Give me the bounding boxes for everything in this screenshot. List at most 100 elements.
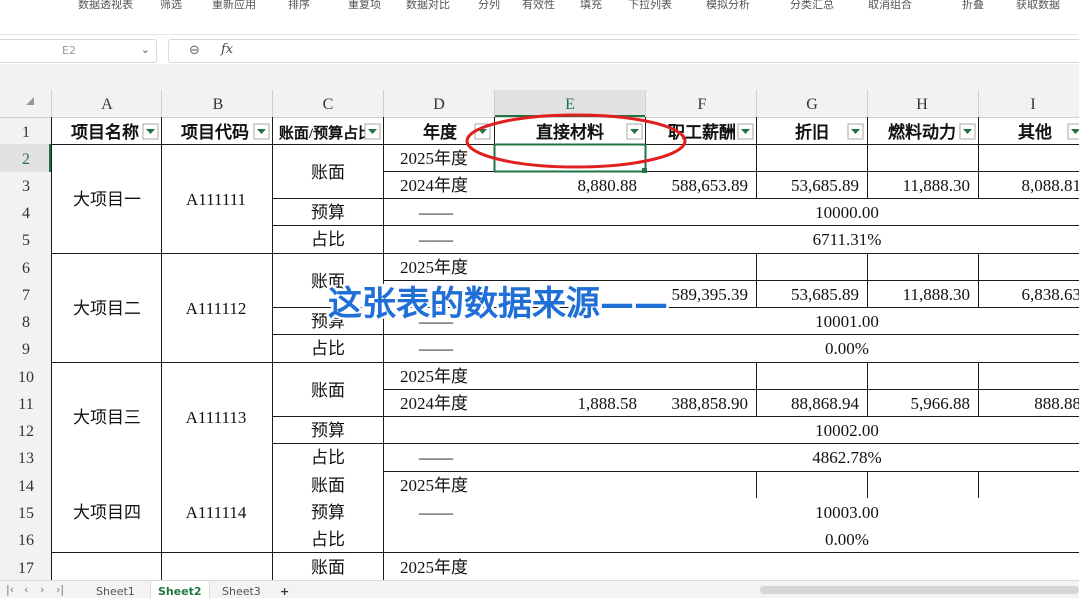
ribbon-item-ungroup[interactable]: 取消组合 — [868, 0, 912, 12]
ribbon-item-compare[interactable]: 数据对比 — [406, 0, 450, 12]
project-code-cell[interactable]: A111112 — [186, 299, 247, 318]
project-name-cell[interactable]: 大项目一 — [73, 190, 141, 209]
formula-input[interactable]: ⊖ fx — [168, 39, 1079, 63]
ribbon-item-validity[interactable]: 有效性 — [522, 0, 555, 12]
row-number[interactable]: 15 — [18, 505, 34, 522]
type-cell[interactable]: 账面 — [311, 381, 345, 400]
ratio-value-cell[interactable]: 4862.78% — [812, 448, 881, 467]
ratio-value-cell[interactable]: 0.00% — [825, 339, 869, 358]
budget-value-cell[interactable]: 10003.00 — [815, 503, 879, 522]
project-code-cell[interactable]: A111113 — [186, 408, 247, 427]
type-cell[interactable]: 占比 — [311, 230, 345, 249]
header-other[interactable]: 其他 — [1018, 122, 1052, 142]
row-number[interactable]: 4 — [22, 205, 30, 222]
type-cell[interactable]: 预算 — [311, 203, 345, 222]
value-cell[interactable]: 388,858.90 — [672, 394, 749, 413]
row-number[interactable]: 9 — [22, 341, 30, 358]
zoom-icon[interactable]: ⊖ — [189, 43, 200, 58]
add-sheet-button[interactable]: + — [280, 585, 289, 598]
horizontal-scrollbar[interactable] — [760, 586, 1079, 594]
row-number[interactable]: 16 — [18, 532, 34, 549]
ribbon-item-fill[interactable]: 填充 — [580, 0, 602, 12]
value-cell[interactable]: 5,966.88 — [911, 394, 971, 413]
ratio-value-cell[interactable]: 6711.31% — [813, 230, 882, 249]
ribbon-item-sort[interactable]: 排序 — [288, 0, 310, 12]
value-cell[interactable]: 53,685.89 — [791, 176, 859, 195]
ribbon-item-subtotal[interactable]: 分类汇总 — [790, 0, 834, 12]
filter-dropdown-icon[interactable] — [627, 124, 642, 139]
dash-cell[interactable]: —— — [418, 448, 454, 467]
budget-value-cell[interactable]: 10002.00 — [815, 421, 879, 440]
header-year[interactable]: 年度 — [423, 122, 458, 142]
ribbon-item-reapply[interactable]: 重新应用 — [212, 0, 256, 12]
filter-dropdown-icon[interactable] — [1068, 124, 1079, 139]
col-letter-g[interactable]: G — [806, 96, 818, 113]
project-code-cell[interactable]: A111114 — [186, 503, 247, 522]
value-cell[interactable]: 11,888.30 — [903, 176, 970, 195]
ribbon-item-split[interactable]: 分列 — [478, 0, 500, 12]
tab-sheet2[interactable]: Sheet2 — [158, 585, 202, 598]
project-name-cell[interactable]: 大项目三 — [73, 408, 141, 427]
dash-cell[interactable]: —— — [418, 203, 454, 222]
chevron-down-icon[interactable]: ⌄ — [141, 43, 150, 56]
header-book-budget[interactable]: 账面/预算占比 — [279, 124, 373, 142]
dash-cell[interactable]: —— — [418, 230, 454, 249]
col-letter-c[interactable]: C — [323, 96, 334, 113]
tab-sheet3[interactable]: Sheet3 — [222, 585, 261, 598]
row-number[interactable]: 8 — [22, 314, 30, 331]
ribbon-item-filter[interactable]: 筛选 — [160, 0, 182, 12]
row-number[interactable]: 12 — [18, 423, 34, 440]
header-project-name[interactable]: 项目名称 — [71, 122, 139, 142]
value-cell[interactable]: 8,088.81 — [1022, 176, 1079, 195]
row-number[interactable]: 6 — [22, 260, 30, 277]
value-cell[interactable]: 588,653.89 — [672, 176, 749, 195]
year-cell[interactable]: 2025年度 — [400, 476, 468, 495]
row-number[interactable]: 13 — [18, 450, 34, 467]
fx-label[interactable]: fx — [221, 42, 233, 57]
row-number[interactable]: 2 — [22, 151, 30, 168]
filter-dropdown-icon[interactable] — [365, 124, 380, 139]
fill-handle[interactable] — [642, 168, 647, 173]
row-number[interactable]: 7 — [22, 287, 30, 304]
project-name-cell[interactable]: 大项目四 — [73, 503, 141, 522]
row-number[interactable]: 17 — [18, 560, 34, 577]
ribbon-item-collapse[interactable]: 折叠 — [962, 0, 984, 12]
last-sheet-icon[interactable]: ›| — [56, 583, 64, 596]
value-cell[interactable]: 53,685.89 — [791, 285, 859, 304]
ribbon-item-what-if[interactable]: 模拟分析 — [706, 0, 750, 12]
year-cell[interactable]: 2024年度 — [400, 394, 468, 413]
budget-value-cell[interactable]: 10000.00 — [815, 203, 879, 222]
row-number[interactable]: 11 — [18, 396, 33, 413]
type-cell[interactable]: 占比 — [311, 530, 345, 549]
row-number[interactable]: 1 — [22, 124, 30, 141]
dash-cell[interactable]: —— — [418, 503, 454, 522]
year-cell[interactable]: 2025年度 — [400, 367, 468, 386]
header-depreciation[interactable]: 折旧 — [795, 122, 829, 142]
type-cell[interactable]: 账面 — [311, 558, 345, 577]
spreadsheet-grid[interactable]: A B C D E F G H I 1 2 3 4 5 6 7 8 9 10 1… — [0, 64, 1079, 580]
ribbon-item-duplicates[interactable]: 重复项 — [348, 0, 381, 12]
year-cell[interactable]: 2025年度 — [400, 258, 468, 277]
year-cell[interactable]: 2024年度 — [400, 176, 468, 195]
value-cell[interactable]: 11,888.30 — [903, 285, 970, 304]
row-number[interactable]: 10 — [18, 369, 34, 386]
value-cell[interactable]: 888.88 — [1034, 394, 1079, 413]
filter-dropdown-icon[interactable] — [143, 124, 158, 139]
header-project-code[interactable]: 项目代码 — [181, 122, 249, 142]
ribbon-item-get-data[interactable]: 获取数据 — [1016, 0, 1060, 12]
next-sheet-icon[interactable]: › — [40, 583, 44, 596]
project-code-cell[interactable]: A111111 — [186, 190, 246, 209]
row-number[interactable]: 3 — [22, 178, 30, 195]
row-number[interactable]: 5 — [22, 232, 30, 249]
project-name-cell[interactable]: 大项目二 — [73, 299, 141, 318]
value-cell[interactable]: 6,838.63 — [1022, 285, 1079, 304]
filter-dropdown-icon[interactable] — [738, 124, 753, 139]
name-box[interactable]: E2 ⌄ — [0, 39, 157, 63]
row-number[interactable]: 14 — [18, 478, 34, 495]
value-cell[interactable]: 8,880.88 — [578, 176, 638, 195]
type-cell[interactable]: 预算 — [311, 503, 345, 522]
ribbon-item-pivot[interactable]: 数据透视表 — [78, 0, 133, 12]
col-letter-f[interactable]: F — [698, 96, 707, 113]
ribbon-item-dropdown-list[interactable]: 下拉列表 — [628, 0, 672, 12]
col-letter-h[interactable]: H — [916, 96, 928, 113]
